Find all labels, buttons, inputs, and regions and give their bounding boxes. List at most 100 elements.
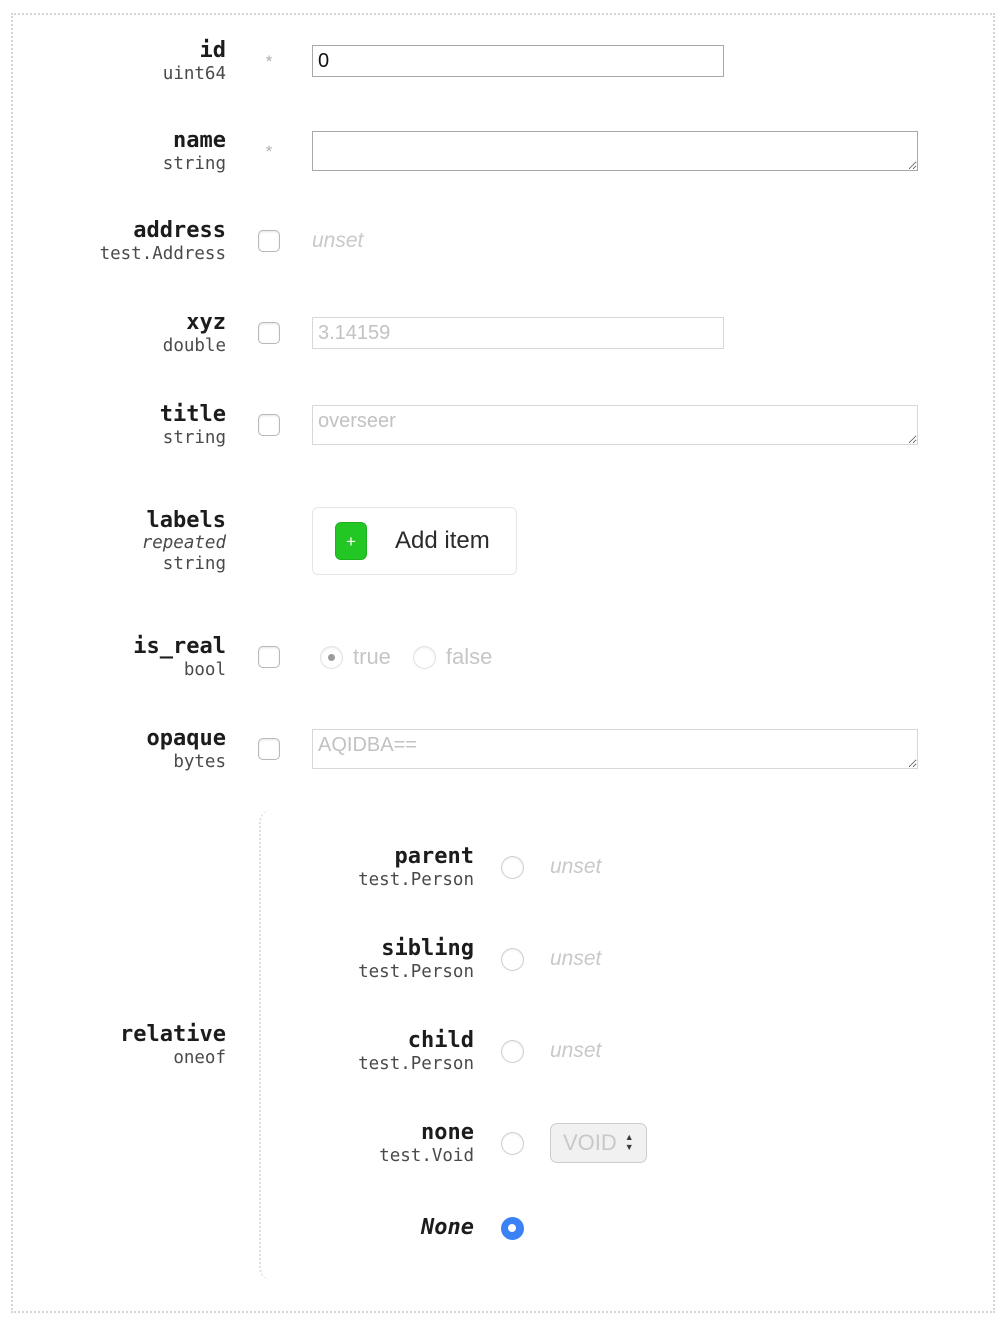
field-row-opaque: opaque bytes bbox=[13, 703, 993, 795]
add-item-button[interactable]: + Add item bbox=[312, 507, 517, 575]
parent-unset-label: unset bbox=[550, 855, 601, 879]
field-row-is-real: is_real bool true false bbox=[13, 611, 993, 703]
field-name-name: name bbox=[13, 128, 226, 154]
field-label-xyz: xyz double bbox=[13, 310, 226, 356]
oneof-case-label-sibling: sibling test.Person bbox=[261, 936, 474, 982]
oneof-case-sibling: sibling test.Person unset bbox=[261, 913, 993, 1005]
title-textarea[interactable] bbox=[312, 405, 918, 445]
name-textarea[interactable] bbox=[312, 131, 918, 171]
oneof-marker-null bbox=[474, 1217, 550, 1240]
is-real-checkbox[interactable] bbox=[258, 646, 280, 668]
radio-child-icon[interactable] bbox=[501, 1040, 524, 1063]
opaque-textarea[interactable] bbox=[312, 729, 918, 769]
field-label-opaque: opaque bytes bbox=[13, 726, 226, 772]
field-name-xyz: xyz bbox=[13, 310, 226, 336]
required-asterisk-icon: * bbox=[266, 53, 273, 70]
field-row-labels: labels repeated string + Add item bbox=[13, 471, 993, 611]
void-select[interactable]: VOID ▲▼ bbox=[550, 1123, 647, 1163]
oneof-case-type-none: test.Void bbox=[261, 1146, 474, 1166]
field-row-name: name string * bbox=[13, 107, 993, 195]
field-type-id: uint64 bbox=[13, 64, 226, 84]
plus-icon: + bbox=[335, 522, 367, 560]
xyz-input[interactable] bbox=[312, 317, 724, 349]
field-name-address: address bbox=[13, 218, 226, 244]
sibling-unset-label: unset bbox=[550, 947, 601, 971]
is-real-option-false[interactable]: false bbox=[413, 644, 492, 670]
field-value-labels: + Add item bbox=[312, 507, 993, 575]
is-real-radio-group: true false bbox=[320, 644, 492, 670]
field-row-address: address test.Address unset bbox=[13, 195, 993, 287]
field-name-is-real: is_real bbox=[13, 634, 226, 660]
field-name-title: title bbox=[13, 402, 226, 428]
radio-none-icon[interactable] bbox=[501, 1132, 524, 1155]
field-value-title bbox=[312, 405, 993, 445]
field-label-labels: labels repeated string bbox=[13, 508, 226, 575]
radio-null-selected-icon[interactable] bbox=[501, 1217, 524, 1240]
oneof-case-label-parent: parent test.Person bbox=[261, 844, 474, 890]
field-type-title: string bbox=[13, 428, 226, 448]
field-marker-name: * bbox=[226, 143, 312, 160]
oneof-case-name-none: none bbox=[261, 1120, 474, 1146]
void-select-value: VOID bbox=[563, 1130, 617, 1156]
oneof-case-name-sibling: sibling bbox=[261, 936, 474, 962]
oneof-marker-parent bbox=[474, 856, 550, 879]
field-row-title: title string bbox=[13, 379, 993, 471]
opaque-checkbox[interactable] bbox=[258, 738, 280, 760]
field-marker-title bbox=[226, 414, 312, 436]
oneof-value-none: VOID ▲▼ bbox=[550, 1123, 993, 1163]
oneof-cases: parent test.Person unset sibling test.Pe… bbox=[259, 809, 993, 1281]
radio-false-label: false bbox=[446, 644, 492, 670]
add-item-label: Add item bbox=[395, 527, 490, 555]
select-spinner-icon: ▲▼ bbox=[625, 1134, 634, 1151]
oneof-relative: relative oneof parent test.Person unset bbox=[13, 809, 993, 1281]
field-value-opaque bbox=[312, 729, 993, 769]
field-value-xyz bbox=[312, 317, 993, 349]
field-marker-xyz bbox=[226, 322, 312, 344]
field-label-title: title string bbox=[13, 402, 226, 448]
field-type-opaque: bytes bbox=[13, 752, 226, 772]
field-value-name bbox=[312, 131, 993, 171]
field-type-xyz: double bbox=[13, 336, 226, 356]
title-checkbox[interactable] bbox=[258, 414, 280, 436]
field-label-name: name string bbox=[13, 128, 226, 174]
radio-true-icon[interactable] bbox=[320, 646, 343, 669]
oneof-case-label-null: None bbox=[261, 1215, 474, 1241]
address-checkbox[interactable] bbox=[258, 230, 280, 252]
field-value-is-real: true false bbox=[312, 644, 993, 670]
field-type-is-real: bool bbox=[13, 660, 226, 680]
field-name-opaque: opaque bbox=[13, 726, 226, 752]
field-value-address: unset bbox=[312, 229, 993, 253]
oneof-case-null: None bbox=[261, 1189, 993, 1267]
field-rows: id uint64 * name string * bbox=[13, 15, 993, 1281]
field-label-is-real: is_real bool bbox=[13, 634, 226, 680]
radio-parent-icon[interactable] bbox=[501, 856, 524, 879]
oneof-case-label-none: none test.Void bbox=[261, 1120, 474, 1166]
oneof-case-type-child: test.Person bbox=[261, 1054, 474, 1074]
oneof-case-child: child test.Person unset bbox=[261, 1005, 993, 1097]
field-name-labels: labels bbox=[13, 508, 226, 534]
field-type-name: string bbox=[13, 154, 226, 174]
radio-sibling-icon[interactable] bbox=[501, 948, 524, 971]
id-input[interactable] bbox=[312, 45, 724, 77]
oneof-case-name-null: None bbox=[421, 1215, 474, 1240]
oneof-case-name-parent: parent bbox=[261, 844, 474, 870]
oneof-value-sibling: unset bbox=[550, 947, 993, 971]
field-row-xyz: xyz double bbox=[13, 287, 993, 379]
child-unset-label: unset bbox=[550, 1039, 601, 1063]
field-type-address: test.Address bbox=[13, 244, 226, 264]
oneof-name-relative: relative bbox=[13, 1022, 226, 1048]
oneof-case-type-sibling: test.Person bbox=[261, 962, 474, 982]
field-type-labels: repeated bbox=[13, 533, 226, 553]
field-name-id: id bbox=[13, 38, 226, 64]
required-asterisk-icon: * bbox=[266, 143, 273, 160]
oneof-value-parent: unset bbox=[550, 855, 993, 879]
oneof-case-name-child: child bbox=[261, 1028, 474, 1054]
oneof-case-none: none test.Void VOID ▲▼ bbox=[261, 1097, 993, 1189]
field-row-id: id uint64 * bbox=[13, 15, 993, 107]
radio-false-icon[interactable] bbox=[413, 646, 436, 669]
oneof-marker-sibling bbox=[474, 948, 550, 971]
xyz-checkbox[interactable] bbox=[258, 322, 280, 344]
oneof-case-label-child: child test.Person bbox=[261, 1028, 474, 1074]
is-real-option-true[interactable]: true bbox=[320, 644, 391, 670]
field-marker-id: * bbox=[226, 53, 312, 70]
